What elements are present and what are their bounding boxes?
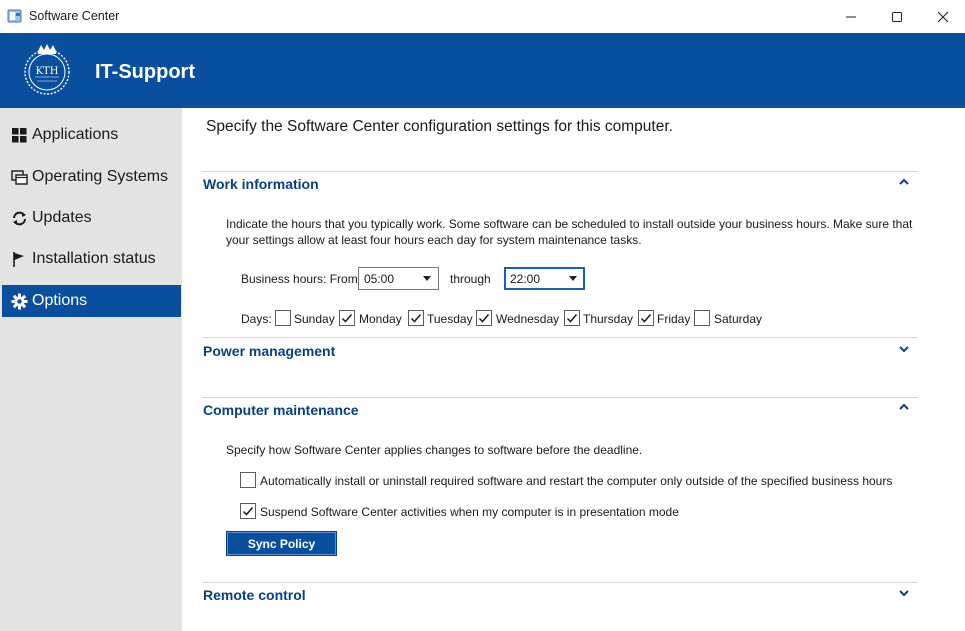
sidebar-item-label: Applications xyxy=(32,126,119,143)
checkmark-icon xyxy=(640,314,652,323)
sidebar-item-label: Options xyxy=(32,292,88,309)
day-label: Monday xyxy=(359,312,402,326)
day-label: Saturday xyxy=(714,312,763,326)
minimize-button[interactable] xyxy=(828,0,874,33)
maximize-button[interactable] xyxy=(874,0,920,33)
auto-install-outside-hours-label: Automatically install or uninstall requi… xyxy=(260,474,893,488)
divider xyxy=(202,337,918,338)
sidebar-item-label: Updates xyxy=(32,209,92,226)
chevron-down-icon[interactable] xyxy=(897,585,911,597)
checkmark-icon xyxy=(242,507,254,516)
computer-maintenance-description: Specify how Software Center applies chan… xyxy=(226,443,643,457)
day-label: Friday xyxy=(657,312,691,326)
day-checkbox-tuesday[interactable] xyxy=(408,310,424,326)
chevron-down-icon[interactable] xyxy=(897,341,911,353)
sidebar-item-operating-systems[interactable]: Operating Systems xyxy=(2,161,181,193)
business-hours-through-select[interactable]: 22:00 xyxy=(504,267,585,290)
selected-value: 22:00 xyxy=(510,272,541,286)
chevron-up-icon[interactable] xyxy=(897,399,911,410)
section-power-management-header[interactable]: Power management xyxy=(203,343,335,359)
auto-install-outside-hours-checkbox[interactable] xyxy=(240,472,256,488)
sidebar-item-updates[interactable]: Updates xyxy=(2,202,181,234)
sidebar-item-label: Operating Systems xyxy=(32,168,169,185)
checkmark-icon xyxy=(566,314,578,323)
window-title: Software Center xyxy=(29,9,120,23)
day-label: Tuesday xyxy=(427,312,473,326)
minimize-icon xyxy=(846,16,856,17)
dropdown-arrow-icon xyxy=(423,276,431,281)
checkmark-icon xyxy=(341,314,353,323)
section-work-information-header[interactable]: Work information xyxy=(203,176,319,192)
day-label: Wednesday xyxy=(496,312,560,326)
day-label: Sunday xyxy=(294,312,335,326)
day-checkbox-wednesday[interactable] xyxy=(476,310,492,326)
flag-icon xyxy=(11,251,28,268)
sidebar-item-applications[interactable]: Applications xyxy=(2,119,181,151)
sync-policy-button[interactable]: Sync Policy xyxy=(226,531,337,556)
day-checkbox-monday[interactable] xyxy=(339,310,355,326)
days-label: Days: xyxy=(241,312,272,326)
svg-text:KTH: KTH xyxy=(36,66,59,77)
sidebar-item-options[interactable]: Options xyxy=(2,285,181,317)
grid-icon xyxy=(11,127,28,144)
page-title: Specify the Software Center configuratio… xyxy=(206,118,673,135)
close-button[interactable] xyxy=(920,0,965,33)
day-checkbox-friday[interactable] xyxy=(638,310,654,326)
brand-name: IT-Support xyxy=(95,61,195,83)
refresh-icon xyxy=(11,210,28,227)
suspend-presentation-mode-checkbox[interactable] xyxy=(240,503,256,519)
sidebar: Applications Operating Systems Updates I… xyxy=(0,108,182,631)
checkmark-icon xyxy=(478,314,490,323)
options-panel: Specify the Software Center configuratio… xyxy=(182,108,965,631)
kth-seal-logo: KTH xyxy=(21,42,73,98)
divider xyxy=(202,171,918,172)
title-bar: Software Center xyxy=(0,0,965,33)
day-checkbox-sunday[interactable] xyxy=(275,310,291,326)
through-label: through xyxy=(450,272,491,286)
selected-value: 05:00 xyxy=(364,272,395,286)
section-remote-control-header[interactable]: Remote control xyxy=(203,587,306,603)
checkmark-icon xyxy=(410,314,422,323)
software-center-icon xyxy=(7,8,23,24)
day-checkbox-thursday[interactable] xyxy=(564,310,580,326)
windows-stack-icon xyxy=(11,169,28,186)
sidebar-item-installation-status[interactable]: Installation status xyxy=(2,243,181,275)
maximize-icon xyxy=(892,11,902,22)
gear-icon xyxy=(11,293,28,310)
divider xyxy=(202,582,918,583)
section-computer-maintenance-header[interactable]: Computer maintenance xyxy=(203,402,359,418)
sidebar-item-label: Installation status xyxy=(32,250,156,267)
dropdown-arrow-icon xyxy=(569,276,577,281)
chevron-up-icon[interactable] xyxy=(897,174,911,185)
suspend-presentation-mode-label: Suspend Software Center activities when … xyxy=(260,505,679,519)
app-header: KTH IT-Support xyxy=(0,33,965,108)
work-information-description: Indicate the hours that you typically wo… xyxy=(226,217,913,247)
divider xyxy=(202,397,918,398)
business-hours-from-select[interactable]: 05:00 xyxy=(358,267,439,290)
day-label: Thursday xyxy=(583,312,634,326)
close-icon xyxy=(937,11,949,22)
business-hours-label: Business hours: From xyxy=(241,272,358,286)
day-checkbox-saturday[interactable] xyxy=(694,310,710,326)
